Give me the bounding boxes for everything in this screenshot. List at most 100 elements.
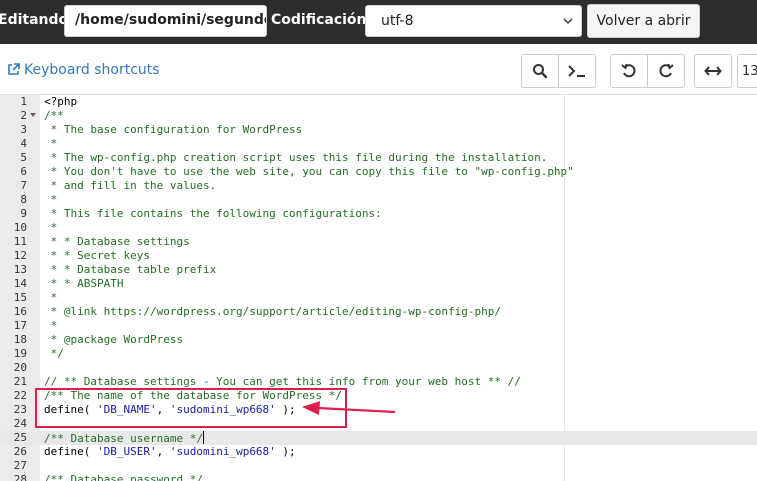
code-comment: * This file contains the following confi… [44,207,382,220]
code-line: 15 * [0,291,757,305]
chevron-down-icon [563,18,573,25]
undo-button[interactable] [610,54,648,88]
editing-label: Editando: [0,12,74,28]
search-icon [533,64,548,79]
code-line: 11 * * Database settings [0,235,757,249]
line-number: 14 [13,277,27,290]
line-number: 1 [20,95,27,108]
code-comment: * [44,319,58,332]
code-line: 26 define( 'DB_USER', 'sudomini_wp668' ); [0,445,757,459]
code-comment: /** [44,109,64,122]
line-number: 24 [13,417,27,430]
line-number: 19 [13,347,27,360]
code-line: 16 * @link https://wordpress.org/support… [0,305,757,319]
code-line: 4 * [0,137,757,151]
code-text: * [44,193,58,207]
line-number: 21 [13,375,27,388]
code-comment: * You don't have to use the web site, yo… [44,165,574,178]
code-text: * You don't have to use the web site, yo… [44,165,574,179]
code-comment: * * Secret keys [44,249,150,262]
line-number: 11 [13,235,27,248]
keyboard-shortcuts-label: Keyboard shortcuts [24,62,160,78]
code-comment: * and fill in the values. [44,179,217,192]
code-text: */ [44,347,64,361]
code-string: 'DB_USER' [96,445,157,458]
code-comment: * * Database table prefix [44,263,217,276]
code-comment: * The wp-config.php creation script uses… [44,151,548,164]
code-text: * [44,221,58,235]
line-number: 15 [13,291,27,304]
code-comment: * [44,137,58,150]
line-number: 17 [13,319,27,332]
line-number: 13 [13,263,27,276]
wrap-toggle-button[interactable] [694,54,732,88]
editor-header-bar: Editando: /home/sudomini/segundo/wp-conf… [0,0,757,44]
arrows-horizontal-icon [704,66,722,76]
code-plain: <?php [44,95,78,108]
line-number: 16 [13,305,27,318]
code-text: // ** Database settings - You can get th… [44,375,521,389]
keyboard-shortcuts-link[interactable]: Keyboard shortcuts [7,62,160,78]
reopen-button[interactable]: Volver a abrir [587,4,700,38]
code-line: 1 <?php [0,95,757,109]
code-comment: * * Database settings [44,235,190,248]
editor-toolbar: Keyboard shortcuts 13 [0,44,757,94]
font-size-value: 13 [742,63,757,79]
line-number: 9 [20,207,27,220]
line-number: 2 [20,109,27,122]
code-line: 2 /** [0,109,757,123]
code-text: * and fill in the values. [44,179,217,193]
code-text: * The base configuration for WordPress [44,123,303,137]
undo-icon [621,63,636,78]
line-number: 12 [13,249,27,262]
code-text: * * Database table prefix [44,263,217,277]
code-line: 5 * The wp-config.php creation script us… [0,151,757,165]
code-text: * @link https://wordpress.org/support/ar… [44,305,501,319]
redo-icon [659,63,674,78]
code-text: * * ABSPATH [44,277,124,291]
code-punct: ); [275,445,296,458]
code-line: 8 * [0,193,757,207]
code-line: 6 * You don't have to use the web site, … [0,165,757,179]
redo-button[interactable] [647,54,685,88]
encoding-select[interactable]: utf-8 [365,5,582,37]
code-line: 13 * * Database table prefix [0,263,757,277]
code-line: 19 */ [0,347,757,361]
code-text: <?php [44,95,77,109]
line-number: 22 [13,389,27,402]
code-text: * [44,291,58,305]
code-comment: * [44,291,58,304]
line-number: 25 [13,431,27,444]
line-number: 23 [13,403,27,416]
external-link-icon [8,63,20,75]
line-number: 5 [20,151,27,164]
text-cursor [202,431,204,444]
code-comment: * * ABSPATH [44,277,124,290]
search-button[interactable] [521,54,559,88]
code-text: * [44,319,58,333]
line-number: 6 [20,165,27,178]
fold-arrow-icon[interactable] [30,113,36,117]
code-line: 17 * [0,319,757,333]
code-comment: */ [44,347,64,360]
goto-line-button[interactable] [558,54,596,88]
font-size-select[interactable]: 13 [737,54,757,88]
code-text: /** Database password */ [44,473,203,481]
annotation-highlight-box [35,388,347,428]
code-comment: // ** Database settings - You can get th… [44,375,521,388]
code-punct: , [156,445,170,458]
code-comment: * @link https://wordpress.org/support/ar… [44,305,501,318]
code-text: * This file contains the following confi… [44,207,382,221]
line-number: 8 [20,193,27,206]
code-text: * [44,137,58,151]
code-text: * * Database settings [44,235,190,249]
code-line: 28 /** Database password */ [0,473,757,481]
code-line: 18 * @package WordPress [0,333,757,347]
file-path-field[interactable]: /home/sudomini/segundo/wp-config.php [64,5,267,37]
code-line: 9 * This file contains the following con… [0,207,757,221]
code-line: 12 * * Secret keys [0,249,757,263]
line-number: 26 [13,445,27,458]
code-line: 14 * * ABSPATH [0,277,757,291]
code-line: 20 [0,361,757,375]
encoding-value: utf-8 [381,13,414,29]
